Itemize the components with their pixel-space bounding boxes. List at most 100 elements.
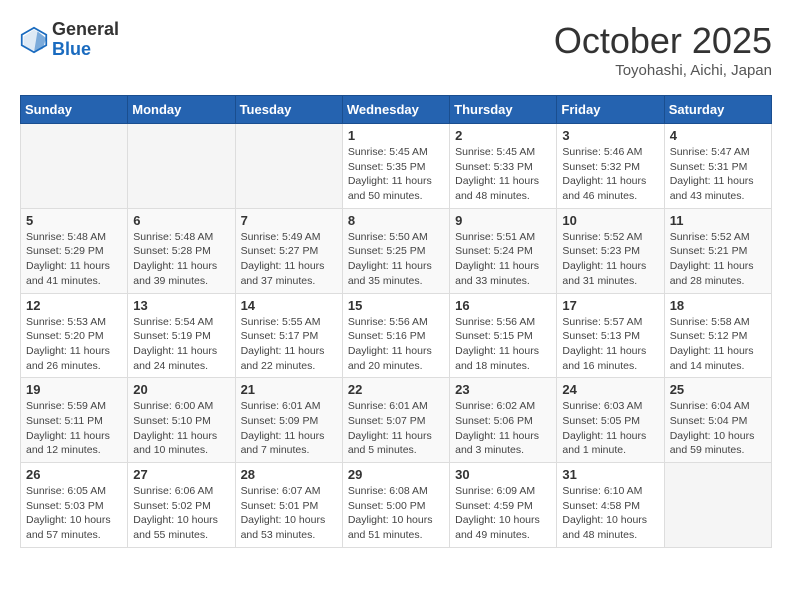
weekday-header-tuesday: Tuesday <box>235 96 342 124</box>
calendar-cell: 23 Sunrise: 6:02 AM Sunset: 5:06 PM Dayli… <box>450 378 557 463</box>
day-number: 4 <box>670 128 766 143</box>
week-row-5: 26 Sunrise: 6:05 AM Sunset: 5:03 PM Dayli… <box>21 463 772 548</box>
day-info: Sunrise: 5:52 AM Sunset: 5:21 PM Dayligh… <box>670 230 766 289</box>
day-info: Sunrise: 5:46 AM Sunset: 5:32 PM Dayligh… <box>562 145 658 204</box>
day-info: Sunrise: 5:56 AM Sunset: 5:16 PM Dayligh… <box>348 315 444 374</box>
day-number: 3 <box>562 128 658 143</box>
day-info: Sunrise: 5:52 AM Sunset: 5:23 PM Dayligh… <box>562 230 658 289</box>
day-info: Sunrise: 5:49 AM Sunset: 5:27 PM Dayligh… <box>241 230 337 289</box>
weekday-header-monday: Monday <box>128 96 235 124</box>
day-info: Sunrise: 5:54 AM Sunset: 5:19 PM Dayligh… <box>133 315 229 374</box>
day-info: Sunrise: 5:47 AM Sunset: 5:31 PM Dayligh… <box>670 145 766 204</box>
day-number: 23 <box>455 382 551 397</box>
calendar-cell: 10 Sunrise: 5:52 AM Sunset: 5:23 PM Dayli… <box>557 208 664 293</box>
day-number: 31 <box>562 467 658 482</box>
day-number: 6 <box>133 213 229 228</box>
day-number: 17 <box>562 298 658 313</box>
day-number: 29 <box>348 467 444 482</box>
day-info: Sunrise: 5:51 AM Sunset: 5:24 PM Dayligh… <box>455 230 551 289</box>
calendar-cell: 24 Sunrise: 6:03 AM Sunset: 5:05 PM Dayli… <box>557 378 664 463</box>
month-title: October 2025 <box>554 20 772 62</box>
calendar-cell <box>664 463 771 548</box>
day-info: Sunrise: 5:50 AM Sunset: 5:25 PM Dayligh… <box>348 230 444 289</box>
day-number: 5 <box>26 213 122 228</box>
day-number: 27 <box>133 467 229 482</box>
day-number: 8 <box>348 213 444 228</box>
calendar-cell: 18Sunrise: 5:58 AM Sunset: 5:12 PM Dayli… <box>664 293 771 378</box>
calendar-cell: 8 Sunrise: 5:50 AM Sunset: 5:25 PM Daylig… <box>342 208 449 293</box>
day-number: 12 <box>26 298 122 313</box>
logo-general: General <box>52 20 119 40</box>
day-info: Sunrise: 5:45 AM Sunset: 5:33 PM Dayligh… <box>455 145 551 204</box>
day-number: 14 <box>241 298 337 313</box>
day-number: 15 <box>348 298 444 313</box>
calendar-table: SundayMondayTuesdayWednesdayThursdayFrid… <box>20 95 772 548</box>
calendar-cell: 25 Sunrise: 6:04 AM Sunset: 5:04 PM Dayli… <box>664 378 771 463</box>
week-row-2: 5 Sunrise: 5:48 AM Sunset: 5:29 PM Daylig… <box>21 208 772 293</box>
day-info: Sunrise: 6:04 AM Sunset: 5:04 PM Dayligh… <box>670 399 766 458</box>
day-info: Sunrise: 5:59 AM Sunset: 5:11 PM Dayligh… <box>26 399 122 458</box>
day-info: Sunrise: 5:45 AM Sunset: 5:35 PM Dayligh… <box>348 145 444 204</box>
day-number: 30 <box>455 467 551 482</box>
calendar-cell: 17Sunrise: 5:57 AM Sunset: 5:13 PM Dayli… <box>557 293 664 378</box>
day-number: 9 <box>455 213 551 228</box>
day-info: Sunrise: 6:05 AM Sunset: 5:03 PM Dayligh… <box>26 484 122 543</box>
day-info: Sunrise: 6:07 AM Sunset: 5:01 PM Dayligh… <box>241 484 337 543</box>
day-number: 26 <box>26 467 122 482</box>
calendar-cell: 19 Sunrise: 5:59 AM Sunset: 5:11 PM Dayli… <box>21 378 128 463</box>
day-info: Sunrise: 5:48 AM Sunset: 5:29 PM Dayligh… <box>26 230 122 289</box>
calendar-cell: 5 Sunrise: 5:48 AM Sunset: 5:29 PM Daylig… <box>21 208 128 293</box>
logo: General Blue <box>20 20 119 60</box>
week-row-1: 1Sunrise: 5:45 AM Sunset: 5:35 PM Daylig… <box>21 124 772 209</box>
logo-blue: Blue <box>52 40 119 60</box>
calendar-cell: 13 Sunrise: 5:54 AM Sunset: 5:19 PM Dayli… <box>128 293 235 378</box>
calendar-cell: 29Sunrise: 6:08 AM Sunset: 5:00 PM Dayli… <box>342 463 449 548</box>
weekday-header-thursday: Thursday <box>450 96 557 124</box>
day-info: Sunrise: 5:55 AM Sunset: 5:17 PM Dayligh… <box>241 315 337 374</box>
day-info: Sunrise: 5:53 AM Sunset: 5:20 PM Dayligh… <box>26 315 122 374</box>
logo-text: General Blue <box>52 20 119 60</box>
calendar-cell: 2Sunrise: 5:45 AM Sunset: 5:33 PM Daylig… <box>450 124 557 209</box>
day-number: 19 <box>26 382 122 397</box>
location: Toyohashi, Aichi, Japan <box>554 62 772 79</box>
calendar-cell: 28 Sunrise: 6:07 AM Sunset: 5:01 PM Dayli… <box>235 463 342 548</box>
day-number: 24 <box>562 382 658 397</box>
day-info: Sunrise: 5:48 AM Sunset: 5:28 PM Dayligh… <box>133 230 229 289</box>
page-header: General Blue October 2025 Toyohashi, Aic… <box>20 20 772 79</box>
calendar-cell: 30 Sunrise: 6:09 AM Sunset: 4:59 PM Dayli… <box>450 463 557 548</box>
calendar-cell <box>21 124 128 209</box>
calendar-cell: 12 Sunrise: 5:53 AM Sunset: 5:20 PM Dayli… <box>21 293 128 378</box>
week-row-4: 19 Sunrise: 5:59 AM Sunset: 5:11 PM Dayli… <box>21 378 772 463</box>
calendar-cell: 22Sunrise: 6:01 AM Sunset: 5:07 PM Dayli… <box>342 378 449 463</box>
day-number: 13 <box>133 298 229 313</box>
calendar-cell: 6 Sunrise: 5:48 AM Sunset: 5:28 PM Daylig… <box>128 208 235 293</box>
week-row-3: 12 Sunrise: 5:53 AM Sunset: 5:20 PM Dayli… <box>21 293 772 378</box>
day-number: 21 <box>241 382 337 397</box>
calendar-cell: 20Sunrise: 6:00 AM Sunset: 5:10 PM Dayli… <box>128 378 235 463</box>
calendar-cell: 14 Sunrise: 5:55 AM Sunset: 5:17 PM Dayli… <box>235 293 342 378</box>
day-info: Sunrise: 5:58 AM Sunset: 5:12 PM Dayligh… <box>670 315 766 374</box>
calendar-cell: 26 Sunrise: 6:05 AM Sunset: 5:03 PM Dayli… <box>21 463 128 548</box>
calendar-cell: 16 Sunrise: 5:56 AM Sunset: 5:15 PM Dayli… <box>450 293 557 378</box>
day-number: 16 <box>455 298 551 313</box>
calendar-cell <box>235 124 342 209</box>
day-info: Sunrise: 6:00 AM Sunset: 5:10 PM Dayligh… <box>133 399 229 458</box>
weekday-header-row: SundayMondayTuesdayWednesdayThursdayFrid… <box>21 96 772 124</box>
day-number: 28 <box>241 467 337 482</box>
title-block: October 2025 Toyohashi, Aichi, Japan <box>554 20 772 79</box>
weekday-header-friday: Friday <box>557 96 664 124</box>
day-info: Sunrise: 6:03 AM Sunset: 5:05 PM Dayligh… <box>562 399 658 458</box>
day-number: 25 <box>670 382 766 397</box>
calendar-cell: 31Sunrise: 6:10 AM Sunset: 4:58 PM Dayli… <box>557 463 664 548</box>
day-info: Sunrise: 6:02 AM Sunset: 5:06 PM Dayligh… <box>455 399 551 458</box>
weekday-header-saturday: Saturday <box>664 96 771 124</box>
logo-icon <box>20 26 48 54</box>
calendar-cell: 7Sunrise: 5:49 AM Sunset: 5:27 PM Daylig… <box>235 208 342 293</box>
calendar-cell <box>128 124 235 209</box>
day-info: Sunrise: 6:09 AM Sunset: 4:59 PM Dayligh… <box>455 484 551 543</box>
day-number: 10 <box>562 213 658 228</box>
calendar-cell: 15 Sunrise: 5:56 AM Sunset: 5:16 PM Dayli… <box>342 293 449 378</box>
calendar-cell: 21Sunrise: 6:01 AM Sunset: 5:09 PM Dayli… <box>235 378 342 463</box>
day-info: Sunrise: 5:56 AM Sunset: 5:15 PM Dayligh… <box>455 315 551 374</box>
day-info: Sunrise: 6:06 AM Sunset: 5:02 PM Dayligh… <box>133 484 229 543</box>
